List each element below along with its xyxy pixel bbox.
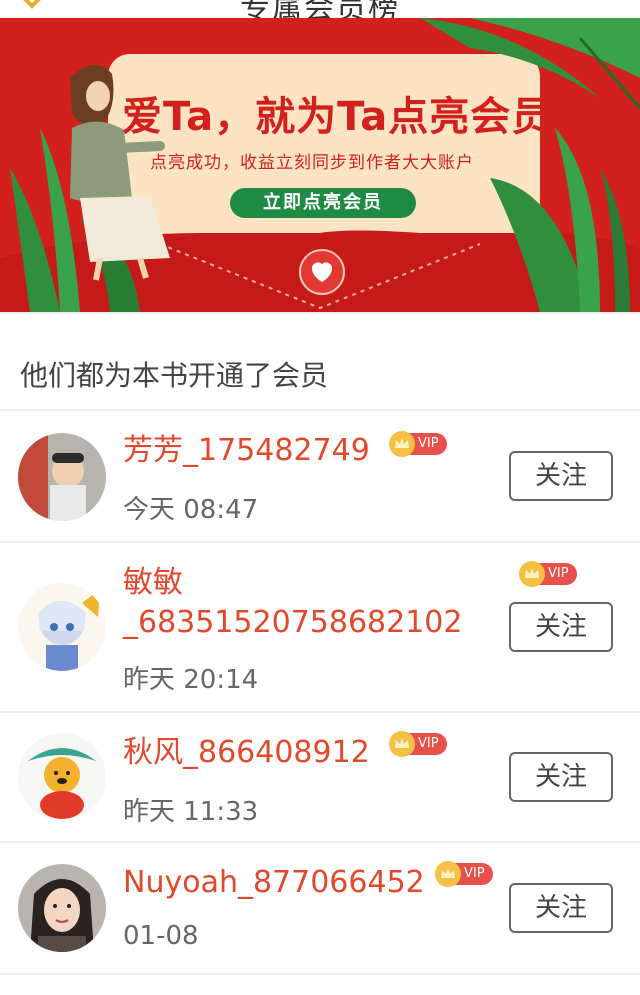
follow-button[interactable]: 关注: [509, 451, 613, 501]
member-time: 01-08: [123, 921, 199, 951]
banner-headline: 爱Ta，就为Ta点亮会员: [122, 94, 553, 140]
follow-button[interactable]: 关注: [509, 752, 613, 802]
member-name[interactable]: Nuyoah_877066452: [123, 863, 425, 903]
promo-banner[interactable]: 爱Ta，就为Ta点亮会员 点亮成功，收益立刻同步到作者大大账户 立即点亮会员: [0, 18, 640, 312]
vip-label: VIP: [418, 736, 439, 751]
member-name[interactable]: 秋风_866408912: [123, 733, 370, 773]
member-time: 今天 08:47: [123, 495, 259, 525]
member-time: 昨天 11:33: [123, 797, 259, 827]
list-item[interactable]: 秋风_866408912 VIP 昨天 11:33 关注: [0, 713, 640, 841]
light-up-membership-button[interactable]: 立即点亮会员: [230, 188, 416, 218]
banner-subline: 点亮成功，收益立刻同步到作者大大账户: [150, 153, 474, 173]
crown-icon: [519, 561, 545, 587]
crown-icon: [389, 431, 415, 457]
vip-label: VIP: [464, 866, 485, 881]
follow-button[interactable]: 关注: [509, 602, 613, 652]
vip-badge: VIP: [389, 731, 447, 757]
section-title: 他们都为本书开通了会员: [20, 359, 329, 392]
member-name[interactable]: 敏敏 _68351520758682102: [123, 563, 462, 643]
crown-icon: [389, 731, 415, 757]
crown-icon: [435, 861, 461, 887]
top-bar: 专属会员榜: [0, 0, 640, 18]
list-item[interactable]: 芳芳_175482749 VIP 今天 08:47 关注: [0, 411, 640, 541]
vip-badge: VIP: [389, 431, 447, 457]
follow-button[interactable]: 关注: [509, 883, 613, 933]
list-item[interactable]: 敏敏 _68351520758682102 VIP 昨天 20:14 关注: [0, 543, 640, 711]
divider: [0, 312, 640, 314]
vip-badge: VIP: [519, 561, 577, 587]
divider: [0, 973, 640, 975]
avatar[interactable]: [18, 433, 106, 521]
member-name[interactable]: 芳芳_175482749: [123, 431, 370, 471]
vip-label: VIP: [418, 436, 439, 451]
page-title: 专属会员榜: [240, 0, 400, 18]
vip-label: VIP: [548, 566, 569, 581]
avatar[interactable]: [18, 733, 106, 821]
vip-badge: VIP: [435, 861, 493, 887]
list-item[interactable]: Nuyoah_877066452 VIP 01-08 关注: [0, 843, 640, 973]
avatar[interactable]: [18, 864, 106, 952]
avatar[interactable]: [18, 583, 106, 671]
member-time: 昨天 20:14: [123, 665, 259, 695]
